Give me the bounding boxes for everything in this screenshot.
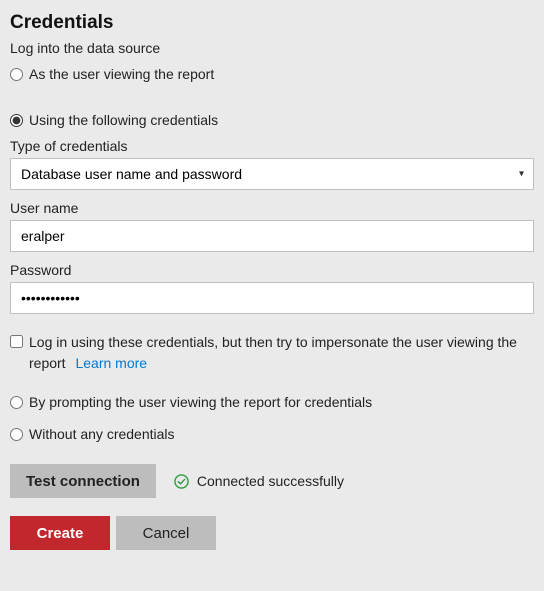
connection-status-text: Connected successfully bbox=[197, 473, 344, 489]
test-connection-button[interactable]: Test connection bbox=[10, 464, 156, 498]
radio-using-following-label: Using the following credentials bbox=[29, 112, 218, 128]
username-label: User name bbox=[10, 200, 534, 216]
radio-using-following[interactable]: Using the following credentials bbox=[10, 112, 534, 128]
password-label: Password bbox=[10, 262, 534, 278]
impersonate-checkbox[interactable] bbox=[10, 335, 23, 348]
radio-as-user-input[interactable] bbox=[10, 68, 23, 81]
radio-using-following-input[interactable] bbox=[10, 114, 23, 127]
radio-by-prompting-input[interactable] bbox=[10, 396, 23, 409]
radio-by-prompting-label: By prompting the user viewing the report… bbox=[29, 394, 372, 410]
create-button[interactable]: Create bbox=[10, 516, 110, 550]
page-subtitle: Log into the data source bbox=[10, 40, 534, 56]
radio-as-user-label: As the user viewing the report bbox=[29, 66, 214, 82]
type-of-credentials-label: Type of credentials bbox=[10, 138, 534, 154]
type-of-credentials-select-wrap[interactable]: Database user name and password ▾ bbox=[10, 158, 534, 190]
radio-without[interactable]: Without any credentials bbox=[10, 426, 534, 442]
page-title: Credentials bbox=[10, 12, 534, 34]
radio-without-label: Without any credentials bbox=[29, 426, 175, 442]
learn-more-link[interactable]: Learn more bbox=[75, 355, 147, 371]
impersonate-checkbox-row[interactable]: Log in using these credentials, but then… bbox=[10, 332, 534, 374]
password-input[interactable] bbox=[10, 282, 534, 314]
type-of-credentials-select[interactable]: Database user name and password bbox=[10, 158, 534, 190]
check-circle-icon bbox=[174, 474, 189, 489]
username-input[interactable] bbox=[10, 220, 534, 252]
radio-as-user[interactable]: As the user viewing the report bbox=[10, 66, 534, 82]
cancel-button[interactable]: Cancel bbox=[116, 516, 216, 550]
radio-without-input[interactable] bbox=[10, 428, 23, 441]
connection-status: Connected successfully bbox=[174, 473, 344, 489]
radio-by-prompting[interactable]: By prompting the user viewing the report… bbox=[10, 394, 534, 410]
